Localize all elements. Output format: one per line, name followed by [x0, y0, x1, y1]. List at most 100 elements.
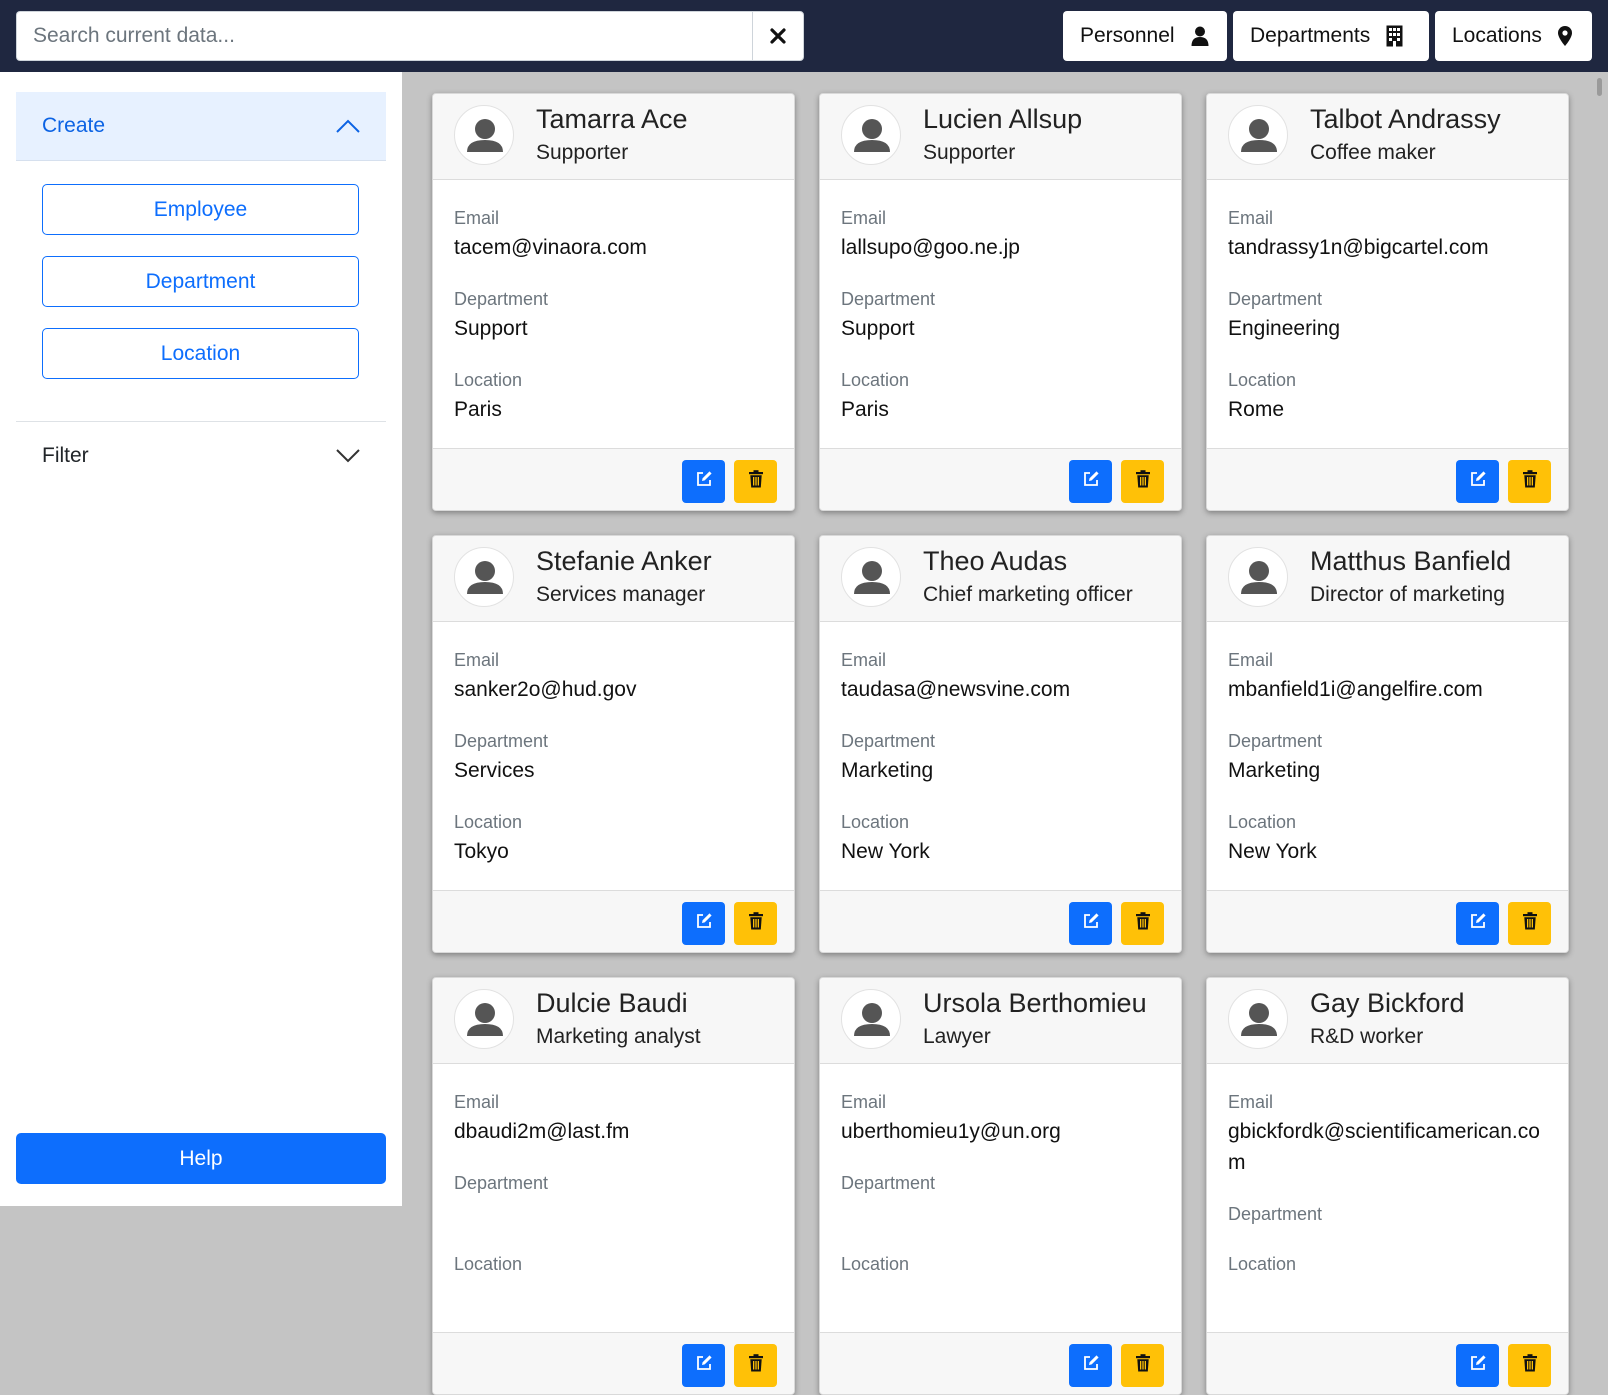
close-icon: [770, 28, 786, 44]
person-avatar-icon: [841, 105, 901, 165]
locations-nav-button[interactable]: Locations: [1435, 11, 1592, 61]
edit-icon: [695, 1354, 713, 1377]
create-accordion-label: Create: [42, 114, 106, 137]
location-label: Location: [841, 370, 910, 390]
location-label: Location: [454, 1254, 523, 1274]
employee-name: Theo Audas: [923, 546, 1068, 576]
location-label: Location: [841, 812, 910, 832]
employee-card: Stefanie Anker Services manager Email sanke…: [432, 535, 795, 953]
employee-name: Stefanie Anker: [536, 546, 712, 576]
chevron-down-icon: [336, 449, 360, 463]
person-avatar-icon: [1228, 105, 1288, 165]
employee-name: Dulcie Baudi: [536, 988, 688, 1018]
employee-email: uberthomieu1y@un.org: [841, 1120, 1061, 1143]
department-label: Department: [454, 1173, 549, 1193]
edit-button[interactable]: [1456, 1344, 1499, 1387]
employee-job-title: Marketing analyst: [536, 1025, 701, 1048]
edit-icon: [695, 470, 713, 493]
trash-icon: [748, 470, 764, 493]
departments-nav-button[interactable]: Departments: [1233, 11, 1429, 61]
delete-button[interactable]: [1508, 1344, 1551, 1387]
building-icon: [1386, 25, 1403, 47]
employee-department: Marketing: [841, 759, 934, 782]
personnel-nav-button[interactable]: Personnel: [1063, 11, 1227, 61]
employee-location: Paris: [841, 398, 889, 421]
sidebar: Create Employee Department Location Filt…: [0, 72, 402, 1206]
employee-card: Dulcie Baudi Marketing analyst Email dbaudi…: [432, 977, 795, 1395]
edit-icon: [695, 912, 713, 935]
email-label: Email: [1228, 1092, 1274, 1112]
employee-department: Support: [454, 317, 528, 340]
employee-email: lallsupo@goo.ne.jp: [841, 236, 1020, 259]
edit-button[interactable]: [682, 902, 725, 945]
email-label: Email: [841, 208, 887, 228]
top-navbar: Personnel Departments Locations: [0, 0, 1608, 72]
employee-department: Support: [841, 317, 915, 340]
department-label: Department: [454, 289, 549, 309]
card-footer: [820, 890, 1181, 952]
email-label: Email: [454, 208, 500, 228]
chevron-up-icon: [336, 119, 360, 133]
employee-job-title: Lawyer: [923, 1025, 991, 1048]
person-avatar-icon: [454, 989, 514, 1049]
delete-button[interactable]: [1121, 902, 1164, 945]
delete-button[interactable]: [1508, 902, 1551, 945]
employee-name: Ursola Berthomieu: [923, 988, 1147, 1018]
user-icon: [1191, 26, 1209, 46]
scrollbar-thumb[interactable]: [1597, 78, 1602, 96]
employee-card: Theo Audas Chief marketing officer Email ta…: [819, 535, 1182, 953]
trash-icon: [1135, 912, 1151, 935]
edit-button[interactable]: [1456, 902, 1499, 945]
employee-name: Talbot Andrassy: [1310, 104, 1501, 134]
email-label: Email: [1228, 650, 1274, 670]
delete-button[interactable]: [734, 460, 777, 503]
filter-accordion-header[interactable]: Filter: [16, 422, 386, 490]
clear-search-button[interactable]: [752, 11, 804, 61]
edit-button[interactable]: [682, 1344, 725, 1387]
card-header: Matthus Banfield Director of marketing: [1207, 536, 1568, 622]
help-button[interactable]: Help: [16, 1133, 386, 1184]
create-employee-button[interactable]: Employee: [42, 184, 359, 235]
email-label: Email: [841, 650, 887, 670]
email-label: Email: [1228, 208, 1274, 228]
create-location-button[interactable]: Location: [42, 328, 359, 379]
person-avatar-icon: [1228, 547, 1288, 607]
search-group: [16, 11, 804, 61]
department-label: Department: [841, 731, 936, 751]
delete-button[interactable]: [1508, 460, 1551, 503]
create-accordion-header[interactable]: Create: [16, 92, 386, 161]
edit-button[interactable]: [1456, 460, 1499, 503]
email-label: Email: [454, 1092, 500, 1112]
employee-job-title: Coffee maker: [1310, 141, 1436, 164]
delete-button[interactable]: [1121, 1344, 1164, 1387]
delete-button[interactable]: [734, 1344, 777, 1387]
edit-button[interactable]: [1069, 460, 1112, 503]
employee-card: Talbot Andrassy Coffee maker Email tandrass…: [1206, 93, 1569, 511]
map-pin-icon: [1557, 26, 1572, 46]
search-input[interactable]: [16, 11, 752, 61]
employee-location: Rome: [1228, 398, 1285, 421]
employee-card: Matthus Banfield Director of marketing Ema…: [1206, 535, 1569, 953]
card-footer: [1207, 890, 1568, 952]
employee-name: Gay Bickford: [1310, 988, 1465, 1018]
employee-job-title: Supporter: [923, 141, 1016, 164]
trash-icon: [748, 1354, 764, 1377]
employee-email: dbaudi2m@last.fm: [454, 1120, 630, 1143]
location-label: Location: [1228, 1254, 1297, 1274]
person-avatar-icon: [841, 989, 901, 1049]
edit-button[interactable]: [682, 460, 725, 503]
trash-icon: [1135, 470, 1151, 493]
card-header: Tamarra Ace Supporter: [433, 94, 794, 180]
edit-button[interactable]: [1069, 1344, 1112, 1387]
create-department-button[interactable]: Department: [42, 256, 359, 307]
employee-name: Lucien Allsup: [923, 104, 1083, 134]
location-label: Location: [454, 370, 523, 390]
delete-button[interactable]: [1121, 460, 1164, 503]
trash-icon: [1522, 912, 1538, 935]
employee-job-title: Chief marketing officer: [923, 583, 1133, 606]
department-label: Department: [454, 731, 549, 751]
edit-button[interactable]: [1069, 902, 1112, 945]
employee-card: Gay Bickford R&D worker Email gbickfordk@sc…: [1206, 977, 1569, 1395]
employee-location: Tokyo: [454, 840, 509, 863]
delete-button[interactable]: [734, 902, 777, 945]
